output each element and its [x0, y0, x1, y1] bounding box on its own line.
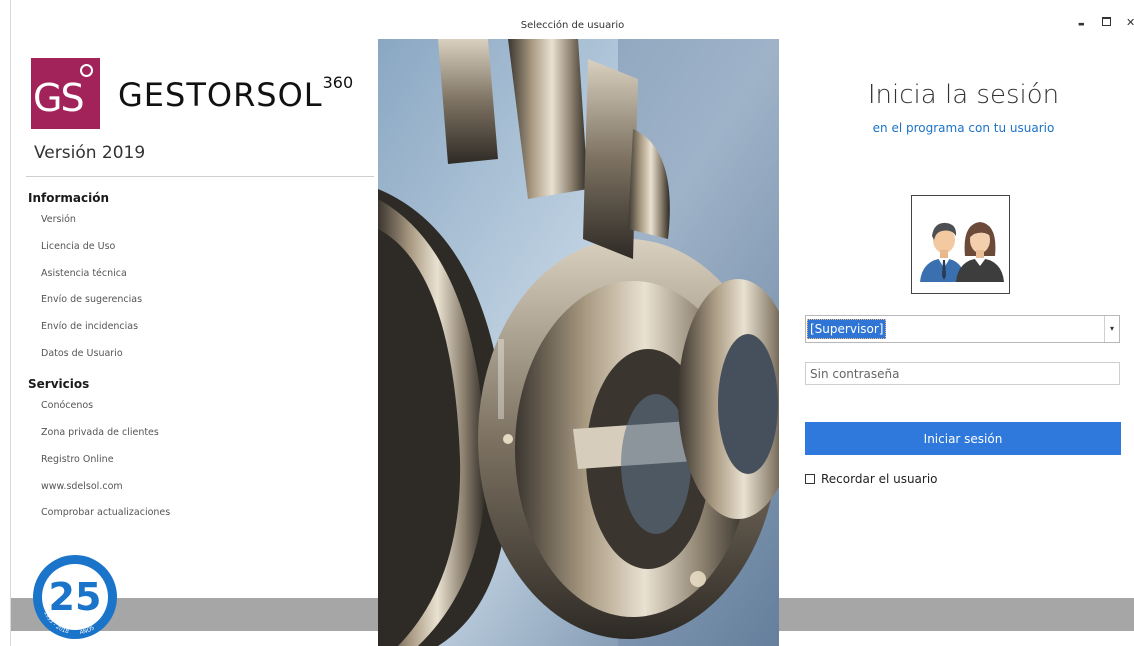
menu-item-support[interactable]: Asistencia técnica — [41, 268, 127, 279]
menu-item-about[interactable]: Conócenos — [41, 400, 93, 411]
menu-item-version[interactable]: Versión — [41, 214, 76, 225]
app-name: GESTORSOL360 — [118, 73, 354, 114]
anniversary-badge-icon: 25 1993 - 2018 AÑOS — [33, 555, 117, 639]
menu-item-client-area[interactable]: Zona privada de clientes — [41, 427, 159, 438]
logo-letters: GS — [33, 76, 85, 120]
checkbox-icon[interactable] — [805, 474, 815, 484]
menu-item-online-registration[interactable]: Registro Online — [41, 454, 114, 465]
login-title: Inicia la sesión — [867, 80, 1060, 110]
section-title-services: Servicios — [28, 377, 90, 391]
title-bar: Selección de usuario — [11, 0, 1134, 38]
login-button[interactable]: Iniciar sesión — [805, 422, 1121, 455]
login-subtitle: en el programa con tu usuario — [872, 121, 1055, 135]
user-select-value: [Supervisor] — [807, 319, 887, 339]
maximize-button[interactable] — [1102, 16, 1111, 29]
close-icon: ✕ — [1126, 16, 1134, 29]
app-name-superscript: 360 — [322, 73, 354, 93]
app-logo: GS — [31, 58, 100, 129]
logo-ring-icon — [80, 64, 93, 77]
menu-item-incidents[interactable]: Envío de incidencias — [41, 321, 138, 332]
menu-item-suggestions[interactable]: Envío de sugerencias — [41, 294, 142, 305]
window-title: Selección de usuario — [520, 20, 625, 31]
menu-item-user-data[interactable]: Datos de Usuario — [41, 348, 123, 359]
chevron-down-icon[interactable]: ▾ — [1104, 316, 1119, 342]
password-input[interactable] — [805, 362, 1120, 385]
minimize-icon: ▬ — [1078, 20, 1085, 28]
close-button[interactable]: ✕ — [1126, 16, 1134, 29]
menu-item-website[interactable]: www.sdelsol.com — [41, 481, 123, 492]
version-label: Versión 2019 — [34, 143, 146, 163]
user-select[interactable]: [Supervisor] ▾ — [805, 315, 1120, 343]
user-avatar — [911, 195, 1010, 294]
minimize-button[interactable]: ▬ — [1078, 16, 1085, 29]
remember-user-checkbox[interactable]: Recordar el usuario — [805, 472, 938, 486]
users-icon — [920, 222, 1004, 282]
menu-item-check-updates[interactable]: Comprobar actualizaciones — [41, 507, 170, 518]
divider — [26, 176, 374, 177]
section-title-info: Información — [28, 191, 110, 205]
badge-number: 25 — [49, 575, 102, 619]
menu-item-license[interactable]: Licencia de Uso — [41, 241, 115, 252]
decorative-photo — [378, 39, 779, 646]
maximize-icon — [1102, 17, 1111, 26]
window-border — [10, 0, 11, 646]
remember-user-label: Recordar el usuario — [821, 472, 938, 486]
app-name-text: GESTORSOL — [118, 76, 323, 114]
